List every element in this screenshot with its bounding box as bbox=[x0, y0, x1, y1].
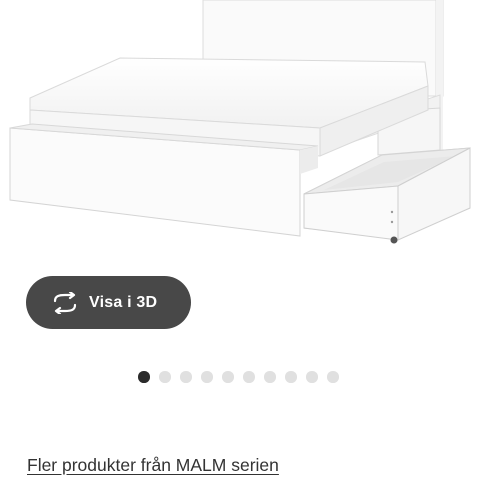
carousel-dot[interactable] bbox=[180, 371, 192, 383]
rotate-arrows-icon bbox=[51, 290, 79, 315]
bed-illustration bbox=[9, 0, 471, 244]
carousel-dot[interactable] bbox=[306, 371, 318, 383]
carousel-dot[interactable] bbox=[138, 371, 150, 383]
carousel-dots bbox=[138, 371, 339, 383]
carousel-dot[interactable] bbox=[222, 371, 234, 383]
view-3d-button[interactable]: Visa i 3D bbox=[26, 276, 191, 329]
product-image[interactable] bbox=[0, 0, 480, 262]
carousel-dot[interactable] bbox=[327, 371, 339, 383]
carousel-dot[interactable] bbox=[243, 371, 255, 383]
carousel-dot[interactable] bbox=[264, 371, 276, 383]
series-link[interactable]: Fler produkter från MALM serien bbox=[27, 455, 279, 476]
carousel-dot[interactable] bbox=[201, 371, 213, 383]
view-3d-label: Visa i 3D bbox=[89, 293, 158, 311]
carousel-dot[interactable] bbox=[159, 371, 171, 383]
carousel-dot[interactable] bbox=[285, 371, 297, 383]
